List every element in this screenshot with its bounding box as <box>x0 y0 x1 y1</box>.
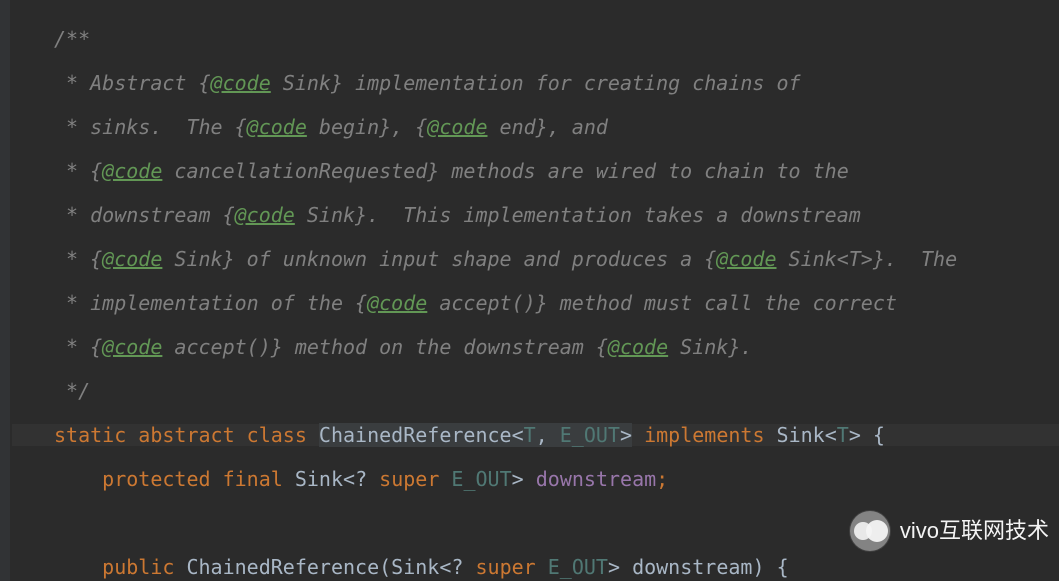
class-name: ChainedReference <box>319 423 512 447</box>
javadoc-text: /** <box>54 27 90 51</box>
code-line <box>12 512 1059 534</box>
code-line: /** <box>12 28 1059 50</box>
code-line: * {@code accept()} method on the downstr… <box>12 336 1059 358</box>
field: downstream <box>536 467 656 491</box>
code-line: * {@code cancellationRequested} methods … <box>12 160 1059 182</box>
keyword: static <box>54 423 138 447</box>
code-line: * downstream {@code Sink}. This implemen… <box>12 204 1059 226</box>
code-line: */ <box>12 380 1059 402</box>
code-editor[interactable]: /** * Abstract {@code Sink} implementati… <box>0 0 1059 581</box>
code-line: protected final Sink<? super E_OUT> down… <box>12 468 1059 490</box>
code-line: * sinks. The {@code begin}, {@code end},… <box>12 116 1059 138</box>
code-line: * {@code Sink} of unknown input shape an… <box>12 248 1059 270</box>
code-line: public ChainedReference(Sink<? super E_O… <box>12 556 1059 578</box>
code-line: * implementation of the {@code accept()}… <box>12 292 1059 314</box>
javadoc-tag: @code <box>211 71 271 95</box>
code-line: static abstract class ChainedReference<T… <box>12 424 1059 446</box>
code-line: * Abstract {@code Sink} implementation f… <box>12 72 1059 94</box>
